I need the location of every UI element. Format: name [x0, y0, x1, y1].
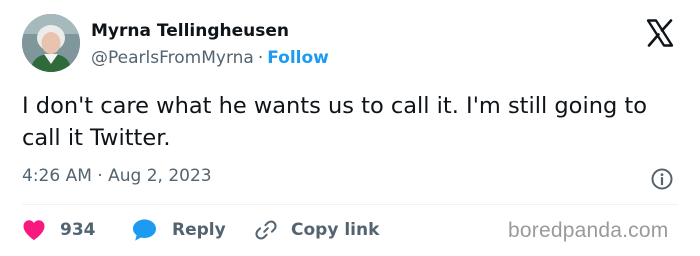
tweet-time: 4:26 AM — [22, 166, 92, 186]
reply-label: Reply — [172, 220, 226, 240]
divider — [22, 204, 678, 205]
tweet-timestamp[interactable]: 4:26 AM · Aug 2, 2023 — [22, 166, 212, 186]
link-icon — [255, 220, 277, 240]
x-logo-icon[interactable] — [645, 18, 675, 48]
watermark: boredpanda.com — [508, 219, 669, 242]
copy-link-button[interactable]: Copy link — [255, 219, 379, 241]
like-count: 934 — [60, 220, 96, 240]
author-handle[interactable]: @PearlsFromMyrna — [91, 48, 254, 68]
handle-separator: · — [257, 48, 264, 68]
info-icon[interactable] — [650, 167, 674, 191]
copy-link-label: Copy link — [291, 220, 380, 240]
tweet-text: I don't care what he wants us to call it… — [22, 93, 647, 151]
follow-button[interactable]: Follow — [267, 48, 329, 68]
tweet-actions: 934 Reply Copy link — [22, 216, 379, 244]
avatar[interactable] — [22, 14, 80, 72]
author-handle-row: @PearlsFromMyrna · Follow — [91, 48, 329, 68]
reply-bubble-icon — [133, 219, 156, 241]
timestamp-separator: · — [97, 166, 103, 186]
like-button[interactable]: 934 — [22, 219, 132, 241]
heart-icon — [23, 220, 45, 240]
tweet-date: Aug 2, 2023 — [108, 166, 212, 186]
avatar-image — [22, 14, 80, 72]
author-name[interactable]: Myrna Tellingheusen — [91, 21, 289, 41]
reply-button[interactable]: Reply — [132, 218, 255, 242]
